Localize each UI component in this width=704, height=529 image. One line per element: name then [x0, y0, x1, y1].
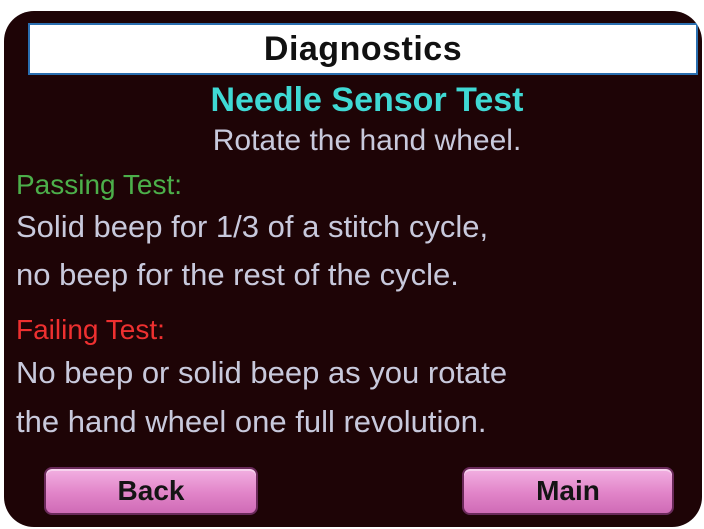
passing-test-line: Solid beep for 1/3 of a stitch cycle, — [16, 209, 489, 244]
failing-test-line: No beep or solid beep as you rotate — [16, 355, 508, 390]
back-button[interactable]: Back — [44, 467, 258, 515]
page-title: Diagnostics — [263, 29, 463, 68]
title-bar: Diagnostics — [28, 23, 698, 75]
passing-test-line: no beep for the rest of the cycle. — [16, 257, 459, 292]
diagnostics-screen: Diagnostics Needle Sensor Test Rotate th… — [4, 11, 702, 527]
passing-test-heading: Passing Test: — [16, 169, 183, 200]
back-button-label: Back — [117, 475, 185, 506]
test-name: Needle Sensor Test — [210, 81, 524, 119]
main-button-label: Main — [536, 475, 600, 506]
main-button[interactable]: Main — [462, 467, 674, 515]
failing-test-heading: Failing Test: — [16, 314, 165, 345]
failing-test-line: the hand wheel one full revolution. — [16, 404, 487, 439]
test-instruction: Rotate the hand wheel. — [212, 124, 522, 157]
